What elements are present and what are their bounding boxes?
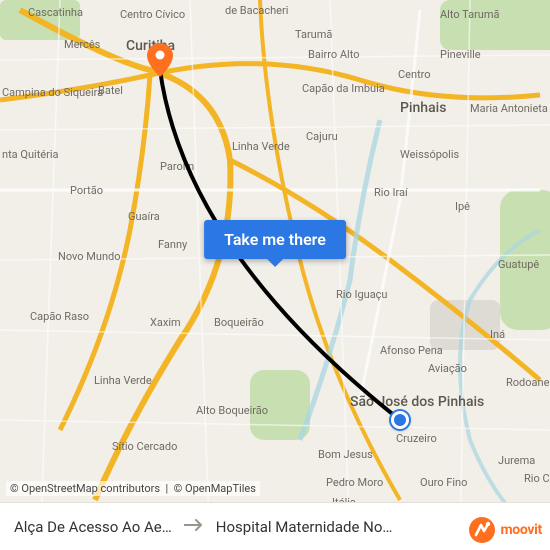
attrib-omt: © OpenMapTiles <box>174 482 256 495</box>
attrib-osm: © OpenStreetMap contributors <box>10 482 160 495</box>
destination-marker[interactable] <box>147 43 173 77</box>
map-container[interactable]: CascatinhaCentro Cívicode BacacheriTarum… <box>0 0 550 550</box>
route-from-label: Alça De Acesso Ao Ae… <box>14 518 172 536</box>
origin-marker[interactable] <box>391 411 409 429</box>
take-me-there-button[interactable]: Take me there <box>204 220 346 259</box>
moovit-logo[interactable]: moovit <box>468 516 542 544</box>
moovit-logo-text: moovit <box>500 522 542 538</box>
moovit-logo-icon <box>468 516 496 544</box>
cta-label: Take me there <box>224 230 326 249</box>
route-arrow-icon <box>184 517 204 536</box>
map-attribution: © OpenStreetMap contributors | © OpenMap… <box>6 481 260 496</box>
route-to-label: Hospital Maternidade No… <box>216 518 393 536</box>
destination-pin-icon <box>147 43 173 77</box>
origin-dot-icon <box>391 411 409 429</box>
roads-layer <box>0 0 550 550</box>
